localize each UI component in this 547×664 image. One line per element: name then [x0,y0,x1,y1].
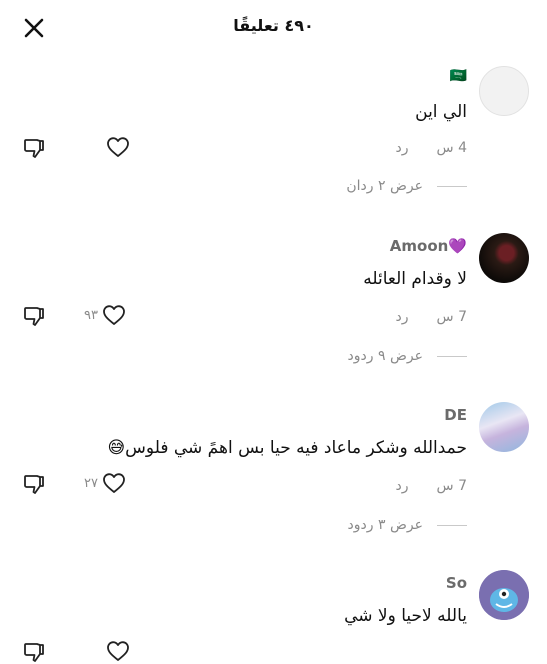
thumbs-down-icon [24,307,44,326]
view-replies-label: عرض ٣ ردود [347,517,423,533]
comment-text: يالله لاحيا ولا شي [344,606,467,626]
like-count: ٩٣ [84,307,98,323]
comment-meta: 7 س رد [396,309,467,325]
comment-username[interactable]: So [446,574,467,592]
avatar[interactable] [479,402,529,452]
divider [437,355,467,357]
comment-username[interactable]: DE [444,406,467,424]
thumbs-down-icon [24,475,44,494]
comment-text: الي اين [415,102,467,122]
like-count: ٢٧ [84,475,98,491]
divider [437,524,467,526]
divider [437,185,467,187]
heart-icon [103,305,125,325]
view-replies-button[interactable]: عرض ٩ ردود [348,348,467,364]
dislike-button[interactable] [22,304,46,328]
comments-header: ٤٩٠ تعليقًا [0,0,547,56]
view-replies-button[interactable]: عرض ٢ ردان [346,178,467,194]
comment-time: 7 س [436,478,467,494]
like-button[interactable] [106,136,130,158]
like-button[interactable]: ٩٣ [84,304,126,326]
comment-item: DE حمدالله وشكر ماعاد فيه حيا بس اهمً شي… [0,402,547,552]
avatar[interactable] [479,570,529,620]
comment-item: So يالله لاحيا ولا شي [0,570,547,662]
comment-time: 7 س [436,309,467,325]
like-button[interactable] [106,640,130,662]
view-replies-label: عرض ٢ ردان [346,178,423,194]
monster-avatar-icon [479,570,529,620]
like-button[interactable]: ٢٧ [84,472,126,494]
comment-time: 4 س [436,140,467,156]
comment-meta: 4 س رد [396,140,467,156]
avatar[interactable] [479,233,529,283]
comment-item: Amoon💜 لا وقدام العائله 7 س رد عرض ٩ ردو… [0,233,547,383]
comment-username[interactable]: 🇸🇦 [450,68,467,84]
heart-icon [107,137,129,157]
comment-meta: 7 س رد [396,478,467,494]
thumbs-down-icon [24,139,44,158]
avatar[interactable] [479,66,529,116]
comment-text: حمدالله وشكر ماعاد فيه حيا بس اهمً شي فل… [107,438,467,458]
heart-icon [103,473,125,493]
dislike-button[interactable] [22,136,46,160]
reply-button[interactable]: رد [396,309,409,325]
reply-button[interactable]: رد [396,140,409,156]
comment-item: 🇸🇦 الي اين 4 س رد عرض ٢ ردان [0,64,547,214]
view-replies-button[interactable]: عرض ٣ ردود [348,517,467,533]
heart-icon [107,641,129,661]
dislike-button[interactable] [22,472,46,496]
view-replies-label: عرض ٩ ردود [347,348,423,364]
comment-text: لا وقدام العائله [363,269,467,289]
comment-username[interactable]: Amoon💜 [390,237,467,255]
reply-button[interactable]: رد [396,478,409,494]
comment-count-title: ٤٩٠ تعليقًا [233,16,314,35]
